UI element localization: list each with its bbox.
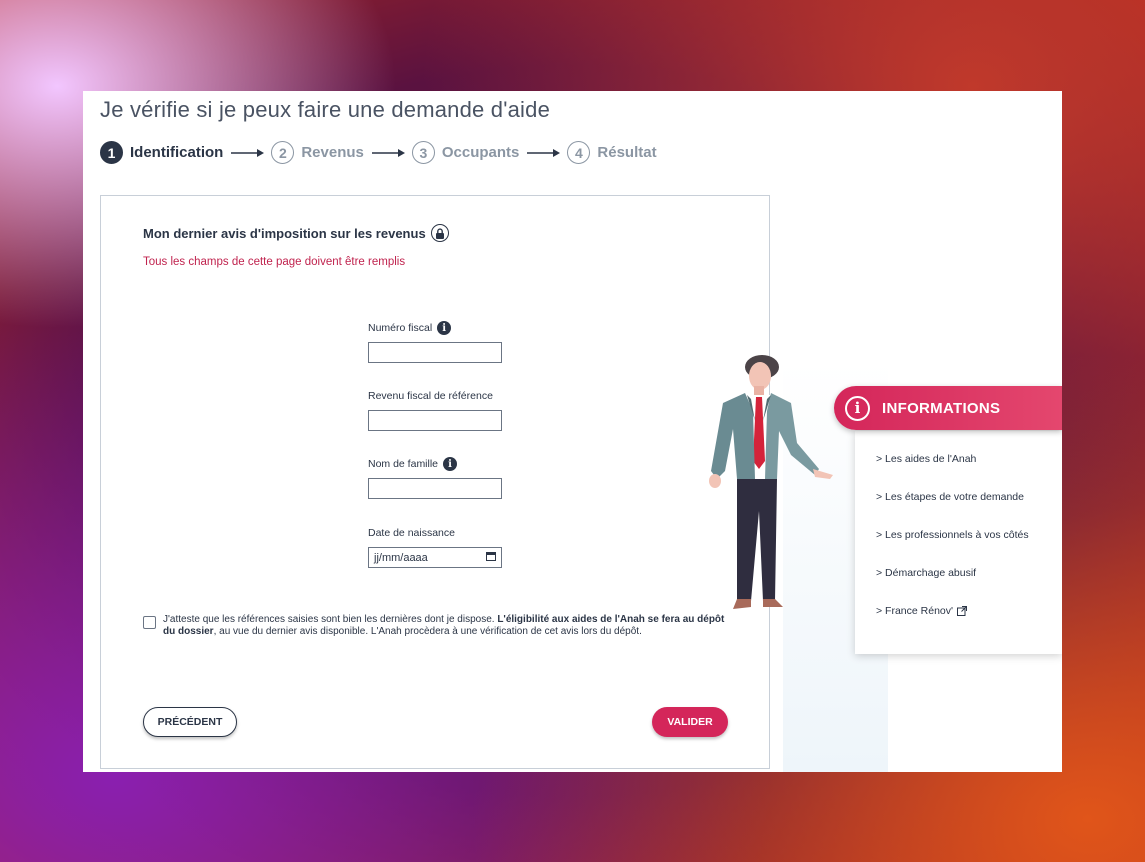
required-note: Tous les champs de cette page doivent êt…	[143, 256, 406, 268]
attest-text: J'atteste que les références saisies son…	[163, 614, 733, 638]
info-icon[interactable]: i	[437, 321, 452, 335]
info-link-etapes[interactable]: > Les étapes de votre demande	[876, 491, 1024, 503]
date-naissance-label: Date de naissance	[368, 527, 455, 539]
info-panel-header[interactable]: i INFORMATIONS	[834, 386, 1062, 430]
step-label: Identification	[130, 144, 224, 161]
calendar-icon[interactable]	[486, 551, 496, 564]
arrow-right-icon	[231, 148, 265, 158]
step-occupants: 3 Occupants	[411, 141, 520, 164]
info-panel-title: INFORMATIONS	[882, 399, 1001, 417]
page-title: Je vérifie si je peux faire une demande …	[100, 97, 551, 122]
info-icon: i	[845, 395, 870, 421]
attest-text-end: , au vue du dernier avis disponible. L'A…	[213, 626, 642, 637]
field-date-naissance: Date de naissance jj/mm/aaaa	[368, 525, 502, 568]
revenu-fiscal-label: Revenu fiscal de référence	[368, 390, 493, 402]
browser-window: Je vérifie si je peux faire une demande …	[83, 91, 1062, 772]
numero-fiscal-label: Numéro fiscal	[368, 322, 433, 334]
step-resultat: 4 Résultat	[567, 141, 657, 164]
info-link-aides[interactable]: > Les aides de l'Anah	[876, 453, 976, 465]
attest-checkbox[interactable]	[143, 616, 156, 629]
info-link-france-renov[interactable]: > France Rénov'	[876, 605, 968, 617]
field-label: Numéro fiscal i	[368, 320, 502, 336]
pointing-man-illustration	[693, 351, 843, 626]
external-link-icon	[957, 606, 968, 616]
lock-icon	[430, 224, 449, 242]
field-nom-famille: Nom de famille i	[368, 456, 502, 499]
section-title: Mon dernier avis d'imposition sur les re…	[143, 224, 449, 242]
step-label: Revenus	[301, 144, 364, 161]
step-number: 2	[271, 141, 295, 164]
field-revenu-fiscal: Revenu fiscal de référence	[368, 388, 502, 431]
attest-text-start: J'atteste que les références saisies son…	[163, 614, 498, 625]
field-label: Revenu fiscal de référence	[368, 388, 502, 404]
stepper: 1 Identification 2 Revenus 3 Occupants 4…	[100, 141, 657, 164]
date-naissance-input[interactable]: jj/mm/aaaa	[368, 547, 502, 568]
step-label: Occupants	[441, 144, 520, 161]
numero-fiscal-input[interactable]	[368, 342, 502, 363]
form-card: Mon dernier avis d'imposition sur les re…	[100, 195, 770, 769]
submit-button[interactable]: VALIDER	[652, 707, 728, 737]
step-revenus: 2 Revenus	[271, 141, 364, 164]
nom-famille-label: Nom de famille	[368, 458, 439, 470]
arrow-right-icon	[527, 148, 561, 158]
info-link-demarchage[interactable]: > Démarchage abusif	[876, 567, 976, 579]
info-panel: > Les aides de l'Anah > Les étapes de vo…	[855, 431, 1062, 654]
date-placeholder: jj/mm/aaaa	[374, 551, 428, 564]
field-label: Date de naissance	[368, 525, 502, 541]
info-link-professionnels[interactable]: > Les professionnels à vos côtés	[876, 529, 1029, 541]
section-title-text: Mon dernier avis d'imposition sur les re…	[143, 225, 426, 241]
step-number: 1	[100, 141, 123, 164]
step-number: 4	[567, 141, 591, 164]
nom-famille-input[interactable]	[368, 478, 502, 499]
previous-button[interactable]: PRÉCÉDENT	[143, 707, 237, 737]
step-label: Résultat	[597, 144, 657, 161]
arrow-right-icon	[371, 148, 406, 158]
revenu-fiscal-input[interactable]	[368, 410, 502, 431]
attest-row: J'atteste que les références saisies son…	[143, 614, 733, 638]
info-icon[interactable]: i	[443, 457, 458, 471]
step-number: 3	[411, 141, 435, 164]
step-identification: 1 Identification	[100, 141, 223, 164]
field-numero-fiscal: Numéro fiscal i	[368, 320, 502, 363]
info-link-france-renov-label: > France Rénov'	[876, 605, 954, 617]
field-label: Nom de famille i	[368, 456, 502, 472]
